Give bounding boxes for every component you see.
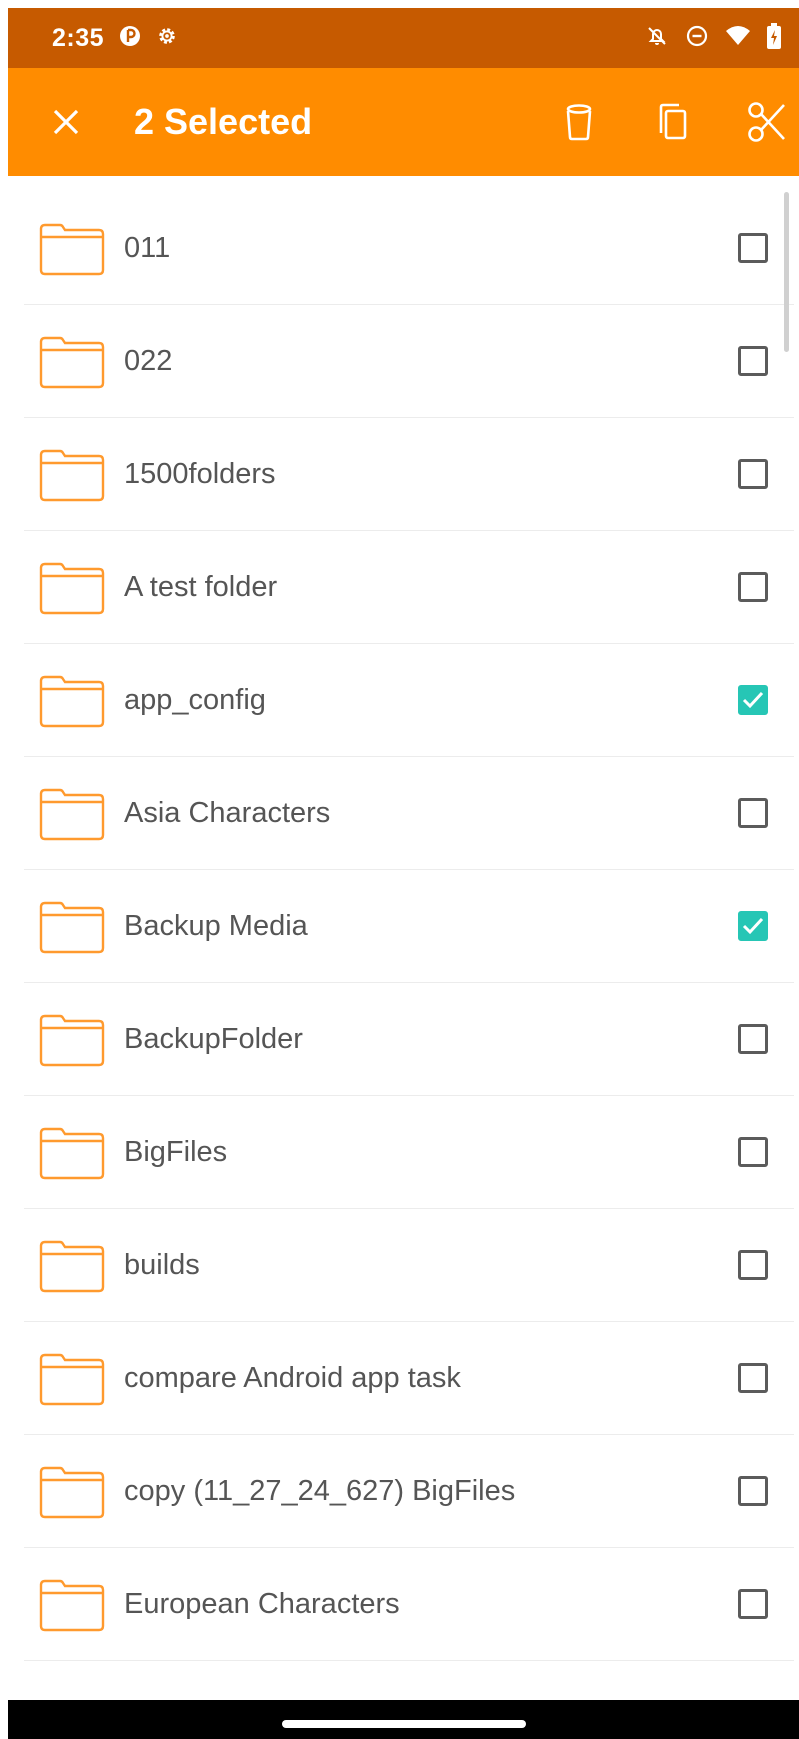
do-not-disturb-icon <box>685 24 709 53</box>
folder-name: Asia Characters <box>124 796 331 829</box>
folder-icon <box>39 788 105 841</box>
folder-name: A test folder <box>124 570 278 603</box>
delete-button[interactable] <box>555 98 603 146</box>
checkbox[interactable] <box>738 459 768 489</box>
folder-row[interactable]: builds <box>24 1209 794 1322</box>
folder-name: builds <box>124 1248 200 1281</box>
status-time: 2:35 <box>52 23 105 52</box>
folder-icon <box>39 336 105 389</box>
bell-off-icon <box>645 24 669 53</box>
folder-icon <box>39 675 105 728</box>
folder-icon <box>39 1014 105 1067</box>
folder-icon <box>39 901 105 954</box>
folder-name: copy (11_27_24_627) BigFiles <box>124 1474 516 1507</box>
checkbox[interactable] <box>738 1250 768 1280</box>
copy-button[interactable] <box>649 98 697 146</box>
checkbox[interactable] <box>738 233 768 263</box>
folder-icon <box>39 1466 105 1519</box>
status-right-icons <box>645 22 781 54</box>
checkbox[interactable] <box>738 1024 768 1054</box>
folder-icon <box>39 449 105 502</box>
trash-icon <box>566 104 592 141</box>
checkbox-checked[interactable] <box>738 685 768 715</box>
folder-row[interactable]: 1500folders <box>24 418 794 531</box>
checkbox[interactable] <box>738 1589 768 1619</box>
checkbox[interactable] <box>738 572 768 602</box>
folder-row[interactable]: Asia Characters <box>24 757 794 870</box>
folder-row[interactable]: BigFiles <box>24 1096 794 1209</box>
checkbox[interactable] <box>738 1363 768 1393</box>
close-selection-button[interactable] <box>44 100 88 144</box>
checkbox[interactable] <box>738 1137 768 1167</box>
folder-name: 1500folders <box>124 457 276 490</box>
folder-name: app_config <box>124 683 266 716</box>
folder-icon <box>39 1240 105 1293</box>
folder-row[interactable]: compare Android app task <box>24 1322 794 1435</box>
scissors-icon <box>748 102 785 142</box>
selection-toolbar: 2 Selected <box>8 68 799 176</box>
folder-row[interactable]: app_config <box>24 644 794 757</box>
folder-row[interactable]: European Characters <box>24 1548 794 1661</box>
status-bar: 2:35 <box>8 8 799 68</box>
folder-name: 011 <box>124 231 171 264</box>
folder-name: Backup Media <box>124 909 308 942</box>
folder-name: compare Android app task <box>124 1361 461 1394</box>
checkmark-icon <box>742 691 764 709</box>
folder-name: BackupFolder <box>124 1022 303 1055</box>
battery-icon <box>767 22 781 54</box>
folder-row[interactable]: 011 <box>24 192 794 305</box>
wifi-icon <box>725 24 751 53</box>
folder-icon <box>39 1353 105 1406</box>
copy-icon <box>659 103 687 140</box>
scrollbar-thumb[interactable] <box>784 192 789 352</box>
folder-row[interactable]: copy (11_27_24_627) BigFiles <box>24 1435 794 1548</box>
status-left-icons <box>118 24 178 53</box>
checkbox[interactable] <box>738 346 768 376</box>
folder-name: BigFiles <box>124 1135 228 1168</box>
folder-name: European Characters <box>124 1587 400 1620</box>
folder-icon <box>39 223 105 276</box>
folder-row[interactable]: Backup Media <box>24 870 794 983</box>
cut-button[interactable] <box>743 98 791 146</box>
notification-app-icon <box>118 24 142 53</box>
folder-row[interactable]: BackupFolder <box>24 983 794 1096</box>
folder-list: 011 022 1500folders A test folder app_config… <box>24 192 794 1661</box>
checkbox[interactable] <box>738 1476 768 1506</box>
checkbox[interactable] <box>738 798 768 828</box>
folder-icon <box>39 1127 105 1180</box>
folder-icon <box>39 562 105 615</box>
checkmark-icon <box>742 917 764 935</box>
home-gesture-handle[interactable] <box>282 1720 526 1728</box>
close-icon <box>53 109 79 135</box>
checkbox-checked[interactable] <box>738 911 768 941</box>
selection-count-title: 2 Selected <box>134 101 313 142</box>
folder-name: 022 <box>124 344 173 377</box>
folder-row[interactable]: A test folder <box>24 531 794 644</box>
folder-icon <box>39 1579 105 1632</box>
toolbar-actions <box>555 98 799 146</box>
folder-row[interactable]: 022 <box>24 305 794 418</box>
gear-icon <box>156 25 178 52</box>
